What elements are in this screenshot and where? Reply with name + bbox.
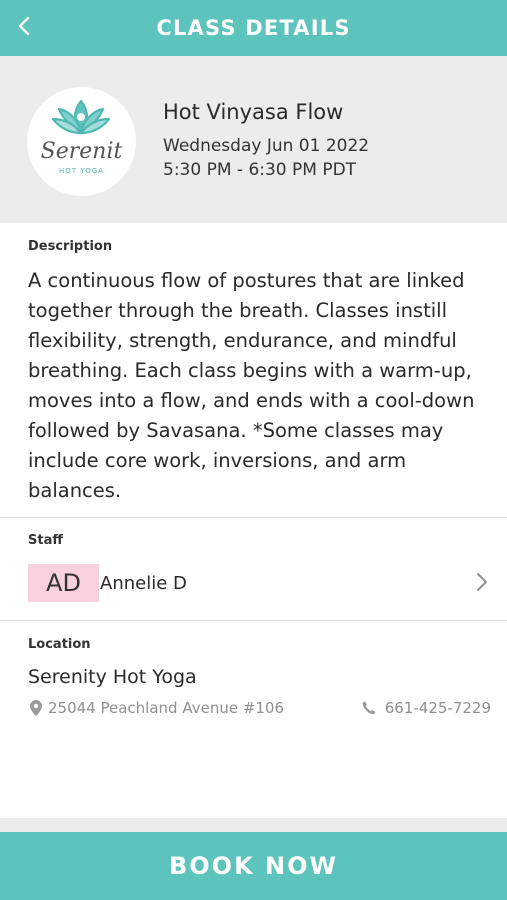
- description-text: A continuous flow of postures that are l…: [28, 269, 475, 502]
- staff-row[interactable]: AD Annelie D: [0, 560, 507, 608]
- chevron-right-icon: [477, 573, 487, 591]
- back-button[interactable]: [10, 8, 38, 44]
- footer-spacer: [0, 818, 507, 832]
- location-label: Location: [28, 637, 91, 652]
- staff-label: Staff: [28, 533, 63, 548]
- class-name: Hot Vinyasa Flow: [163, 100, 344, 124]
- page-title: CLASS DETAILS: [156, 16, 351, 40]
- phone-text: 661-425-7229: [384, 699, 491, 717]
- class-time: 5:30 PM - 6:30 PM PDT: [163, 160, 357, 180]
- chevron-left-icon: [18, 16, 30, 36]
- description-label: Description: [28, 239, 113, 254]
- staff-name: Annelie D: [100, 573, 187, 594]
- logo-brand-text: Serenit: [40, 139, 123, 164]
- map-pin-icon: [30, 700, 42, 716]
- avatar: AD: [28, 564, 99, 602]
- divider: [0, 517, 507, 518]
- address-text: 25044 Peachland Avenue #106: [48, 699, 285, 717]
- location-address[interactable]: 25044 Peachland Avenue #106: [30, 699, 284, 717]
- studio-logo: Serenit HOT YOGA: [27, 87, 136, 196]
- location-phone[interactable]: 661-425-7229: [362, 699, 491, 717]
- class-summary-card: Serenit HOT YOGA Hot Vinyasa Flow Wednes…: [0, 56, 507, 223]
- divider: [0, 620, 507, 621]
- location-name: Serenity Hot Yoga: [28, 666, 197, 688]
- app-header: CLASS DETAILS: [0, 0, 507, 56]
- class-date: Wednesday Jun 01 2022: [163, 136, 370, 156]
- phone-icon: [362, 701, 376, 715]
- book-now-button[interactable]: BOOK NOW: [0, 832, 507, 900]
- logo-sub-text: HOT YOGA: [59, 167, 104, 175]
